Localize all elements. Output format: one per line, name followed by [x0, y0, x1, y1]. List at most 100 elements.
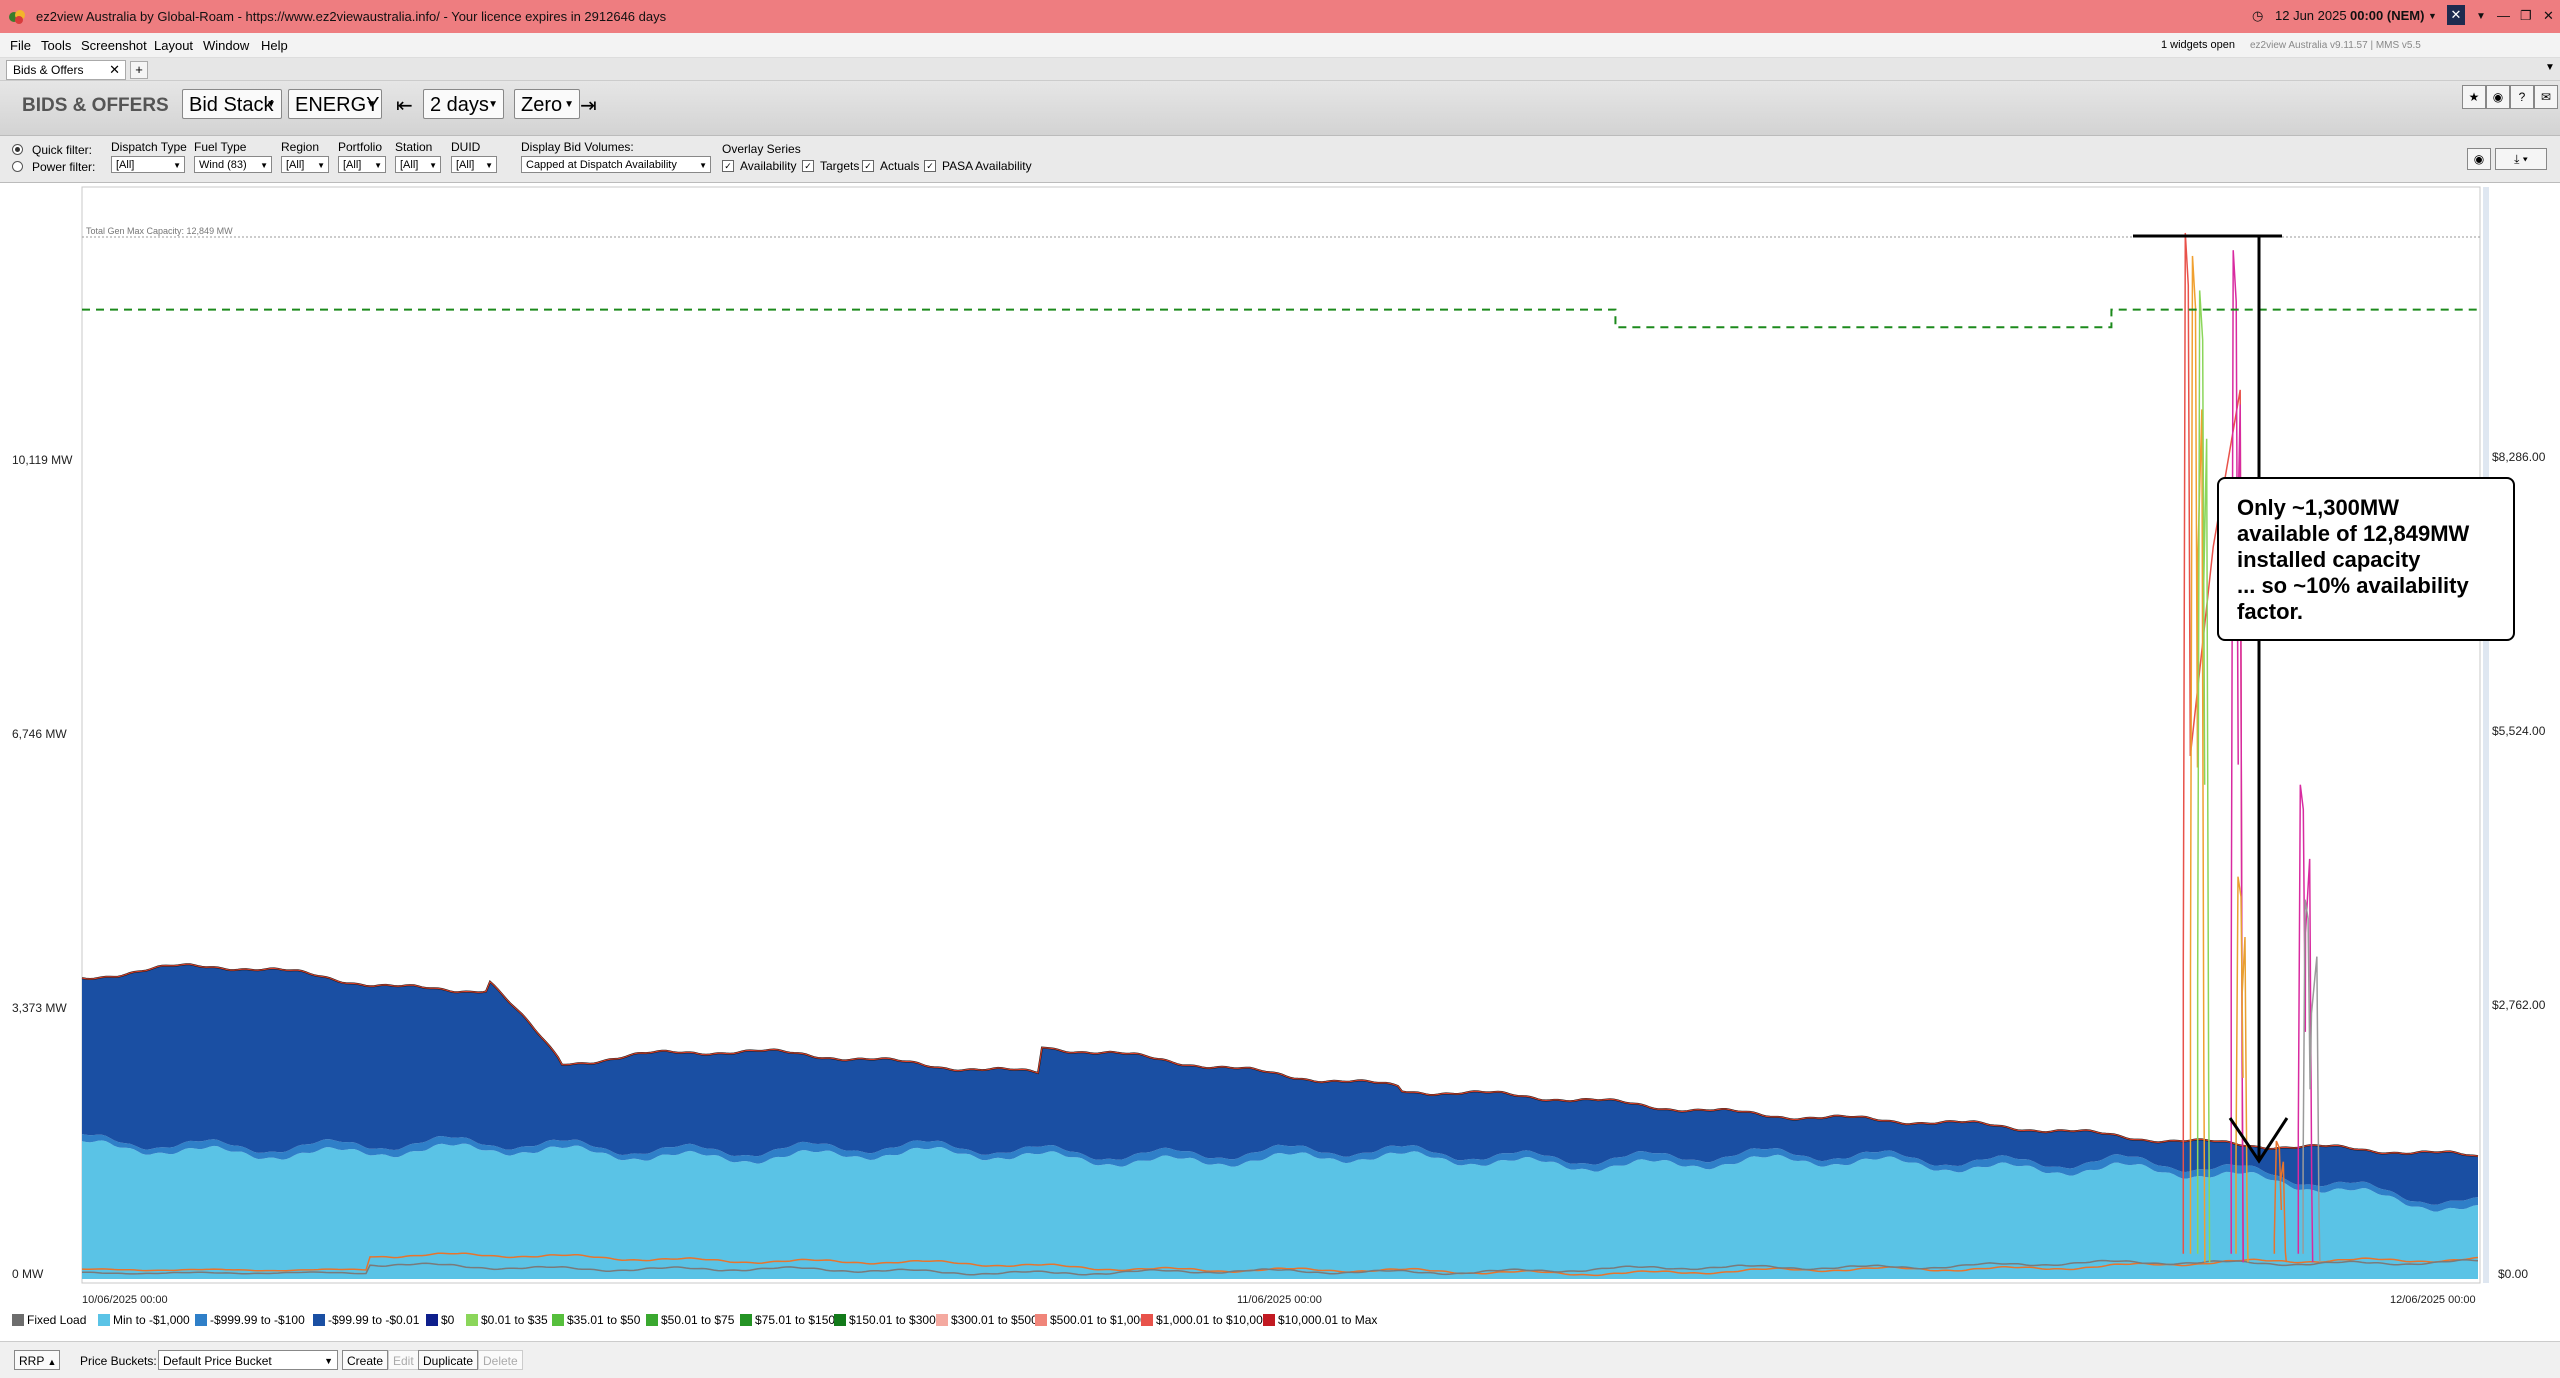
clock-time[interactable]: 00:00 (NEM) [2350, 8, 2424, 23]
quick-filter-radio[interactable] [12, 144, 23, 155]
clock-dropdown-icon[interactable]: ▼ [2428, 11, 2437, 21]
menu-tools[interactable]: Tools [41, 38, 71, 53]
legend-label: $75.01 to $150 [755, 1313, 836, 1327]
menu-file[interactable]: File [10, 38, 31, 53]
zero-select[interactable]: Zero ▼ [514, 89, 580, 119]
rrp-label: RRP [19, 1354, 45, 1368]
y-tick-right: $5,524.00 [2492, 724, 2546, 738]
station-select[interactable]: [All] ▼ [395, 156, 441, 173]
legend-label: -$99.99 to -$0.01 [328, 1313, 420, 1327]
duid-select[interactable]: [All] ▼ [451, 156, 497, 173]
pasa-availability-label: PASA Availability [942, 159, 1032, 173]
chevron-down-icon: ▼ [366, 99, 376, 110]
chevron-down-icon[interactable]: ▼ [2476, 11, 2486, 22]
camera-icon[interactable]: ◉ [2486, 85, 2510, 109]
dispatch-type-select[interactable]: [All] ▼ [111, 156, 185, 173]
jump-end-icon[interactable]: ⇥ [580, 93, 597, 118]
star-icon[interactable]: ★ [2462, 85, 2486, 109]
add-tab-button[interactable]: + [130, 61, 148, 79]
chevron-down-icon: ▼ [699, 161, 707, 170]
fuel-type-value: Wind (83) [199, 159, 247, 171]
legend-item: $1,000.01 to $10,000 [1141, 1313, 1269, 1327]
duid-label: DUID [451, 140, 481, 154]
annotation-line: factor. [2237, 599, 2304, 624]
legend-item: $300.01 to $500 [936, 1313, 1038, 1327]
legend-swatch [834, 1314, 846, 1326]
legend-swatch [646, 1314, 658, 1326]
actuals-checkbox[interactable]: ✓ [862, 160, 874, 172]
menu-window[interactable]: Window [203, 38, 249, 53]
region-value: [All] [286, 159, 305, 171]
targets-checkbox[interactable]: ✓ [802, 160, 814, 172]
widgets-open-status: 1 widgets open [2161, 39, 2235, 51]
legend-swatch [1141, 1314, 1153, 1326]
export-download-icon[interactable]: ⤓ ▾ [2495, 148, 2547, 170]
legend-item: $35.01 to $50 [552, 1313, 640, 1327]
station-label: Station [395, 140, 433, 154]
chevron-up-icon: ▲ [47, 1357, 57, 1367]
region-select[interactable]: [All] ▼ [281, 156, 329, 173]
view-select-value: Bid Stack [189, 94, 274, 116]
period-select[interactable]: 2 days ▼ [423, 89, 504, 119]
app-logo-icon [9, 10, 25, 24]
price-bucket-select[interactable]: Default Price Bucket ▼ [158, 1350, 338, 1370]
legend-label: $0 [441, 1313, 455, 1327]
create-button[interactable]: Create [342, 1350, 389, 1370]
menu-screenshot[interactable]: Screenshot [81, 38, 147, 53]
chevron-down-icon: ▼ [374, 161, 382, 170]
snapshot-camera-icon[interactable]: ◉ [2467, 148, 2491, 170]
display-bid-volumes-select[interactable]: Capped at Dispatch Availability ▼ [521, 156, 711, 173]
rrp-toggle-button[interactable]: RRP ▲ [14, 1350, 60, 1370]
display-bid-volumes-label: Display Bid Volumes: [521, 140, 634, 154]
fuel-type-select[interactable]: Wind (83) ▼ [194, 156, 272, 173]
annotation-line: ... so ~10% availability [2237, 573, 2469, 598]
legend-label: $500.01 to $1,000 [1050, 1313, 1147, 1327]
help-icon[interactable]: ? [2510, 85, 2534, 109]
legend-item: $0.01 to $35 [466, 1313, 548, 1327]
chevron-down-icon: ▼ [260, 161, 268, 170]
legend-item: $0 [426, 1313, 454, 1327]
legend-label: $0.01 to $35 [481, 1313, 548, 1327]
y-tick-right: $0.00 [2498, 1267, 2529, 1281]
tab-list-chevron-icon[interactable]: ▼ [2545, 62, 2555, 73]
legend-label: Min to -$1,000 [113, 1313, 190, 1327]
edit-button[interactable]: Edit [388, 1350, 419, 1370]
version-status: ez2view Australia v9.11.57 | MMS v5.5 [2250, 40, 2421, 51]
availability-checkbox[interactable]: ✓ [722, 160, 734, 172]
chevron-down-icon: ▼ [317, 161, 325, 170]
tab-bids-offers[interactable]: Bids & Offers ✕ [6, 60, 126, 80]
chevron-down-icon: ▼ [173, 161, 181, 170]
menu-layout[interactable]: Layout [154, 38, 193, 53]
close-icon[interactable]: ✕ [2543, 8, 2554, 24]
menu-help[interactable]: Help [261, 38, 288, 53]
chevron-down-icon: ▼ [485, 161, 493, 170]
legend-label: $50.01 to $75 [661, 1313, 735, 1327]
view-select[interactable]: Bid Stack ▼ [182, 89, 282, 119]
widget-title: BIDS & OFFERS [22, 95, 169, 116]
zero-select-value: Zero [521, 94, 563, 116]
capacity-label: Total Gen Max Capacity: 12,849 MW [86, 226, 233, 236]
legend-swatch [195, 1314, 207, 1326]
pasa-availability-checkbox[interactable]: ✓ [924, 160, 936, 172]
portfolio-select[interactable]: [All] ▼ [338, 156, 386, 173]
delete-button[interactable]: Delete [478, 1350, 523, 1370]
portfolio-label: Portfolio [338, 140, 383, 154]
annotation-callout: Only ~1,300MW available of 12,849MW inst… [2217, 477, 2515, 641]
chevron-down-icon: ▼ [564, 99, 574, 110]
legend-swatch [1263, 1314, 1275, 1326]
restore-icon[interactable]: ❐ [2520, 8, 2532, 24]
chart-scrollbar[interactable] [2483, 187, 2489, 1283]
duplicate-button[interactable]: Duplicate [418, 1350, 479, 1370]
market-select[interactable]: ENERGY ▼ [288, 89, 382, 119]
jump-start-icon[interactable]: ⇤ [396, 93, 413, 118]
minimize-icon[interactable]: — [2497, 8, 2510, 23]
window-title: ez2view Australia by Global-Roam - https… [36, 9, 667, 24]
comment-icon[interactable]: ✉ [2534, 85, 2558, 109]
annotation-line: Only ~1,300MW [2237, 495, 2400, 520]
power-filter-radio[interactable] [12, 161, 23, 172]
legend-swatch [98, 1314, 110, 1326]
widget-toolbar: BIDS & OFFERS Bid Stack ▼ ENERGY ▼ ⇤ 2 day… [0, 81, 2560, 136]
legend-label: Fixed Load [27, 1313, 87, 1327]
close-tab-icon[interactable]: ✕ [109, 62, 120, 78]
mute-icon[interactable]: ✕ [2447, 5, 2465, 25]
